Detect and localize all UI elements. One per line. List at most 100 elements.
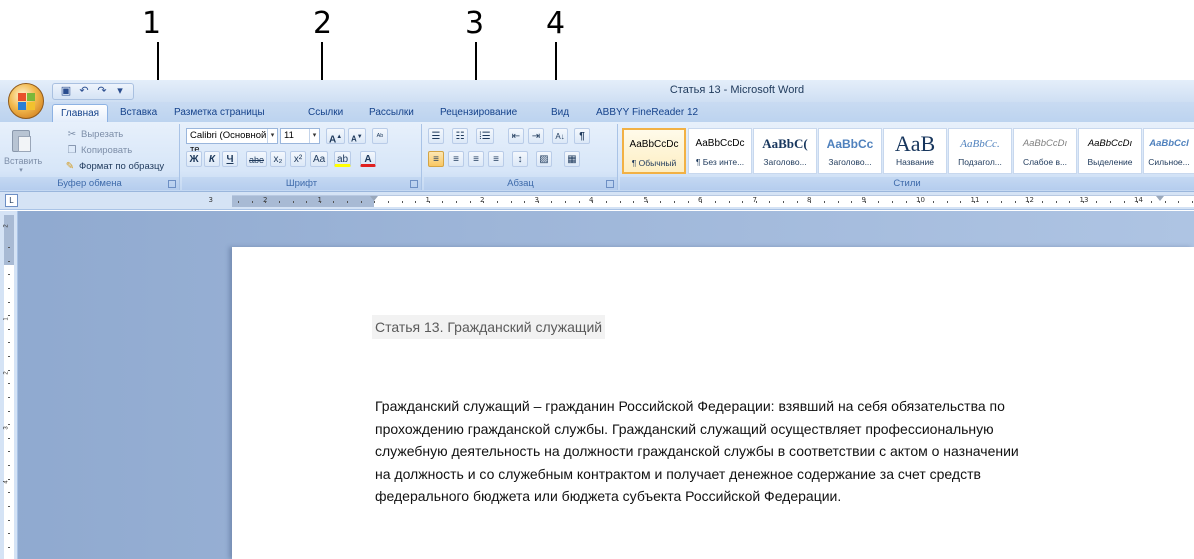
indent-marker-icon[interactable]: [370, 196, 378, 201]
brush-icon: ✎: [65, 160, 75, 172]
shading-button[interactable]: ▨: [536, 151, 552, 167]
tab-home[interactable]: Главная: [52, 104, 109, 122]
bold-button[interactable]: Ж: [186, 151, 202, 167]
increase-indent-button[interactable]: ⇥: [528, 128, 544, 144]
paste-button[interactable]: Вставить ▾: [4, 126, 42, 174]
ruler-tick: [783, 201, 784, 203]
ruler-tick: [892, 201, 893, 203]
strikethrough-button[interactable]: abe: [246, 151, 268, 167]
ruler-tick: [796, 201, 798, 203]
ruler-tick: [8, 315, 10, 317]
sort-button[interactable]: A↓: [552, 128, 568, 144]
ruler-tick-label: 2: [3, 371, 10, 375]
ruler-tick: [837, 201, 839, 203]
style-intense-emphasis[interactable]: AaBbCcl Сильное...: [1143, 128, 1194, 174]
ruler-tick-label: 4: [3, 480, 10, 484]
group-styles: AaBbCcDc ¶ Обычный AaBbCcDc ¶ Без инте..…: [620, 124, 1194, 190]
ruler-tick: [1001, 201, 1002, 203]
line-spacing-button[interactable]: ↕: [512, 151, 528, 167]
copy-button[interactable]: ❐ Копировать: [66, 143, 133, 157]
align-right-button[interactable]: ≡: [468, 151, 484, 167]
ruler-tick: [510, 201, 512, 203]
ruler-tick: [401, 201, 403, 203]
ruler-tick: [728, 201, 730, 203]
borders-button[interactable]: ▦: [564, 151, 580, 167]
tab-selector-button[interactable]: L: [5, 194, 18, 207]
dialog-launcher-icon[interactable]: [606, 180, 614, 188]
align-left-button[interactable]: ≡: [428, 151, 444, 167]
tab-mailings[interactable]: Рассылки: [361, 104, 422, 122]
font-name-combo[interactable]: Calibri (Основной те ▾: [186, 128, 278, 155]
ruler-tick: [1178, 201, 1180, 203]
underline-button[interactable]: Ч: [222, 151, 238, 167]
grow-font-button[interactable]: A▲: [326, 128, 346, 145]
office-button[interactable]: [8, 83, 44, 119]
indent-marker-icon[interactable]: [1156, 196, 1164, 201]
align-center-button[interactable]: ≡: [448, 151, 464, 167]
italic-button[interactable]: К: [204, 151, 220, 167]
clear-formatting-button[interactable]: ᴬᵇ: [372, 128, 388, 144]
ruler-tick: [319, 201, 321, 203]
ruler-tick: [633, 201, 635, 203]
ruler-tick: [864, 201, 866, 203]
group-font: Calibri (Основной те ▾ 11 ▾ A▲ A▼ ᴬᵇ Ж К Ч…: [182, 124, 422, 190]
style-title[interactable]: AaB Название: [883, 128, 947, 174]
format-painter-button[interactable]: ✎ Формат по образцу: [64, 159, 164, 173]
font-color-button[interactable]: A: [360, 151, 376, 167]
annotation-number-1: 1: [142, 6, 162, 41]
ruler-tick: [1028, 201, 1030, 203]
style-subtle-emphasis[interactable]: AaBbCcDı Слабое в...: [1013, 128, 1077, 174]
shrink-font-button[interactable]: A▼: [348, 128, 366, 144]
cut-button[interactable]: ✂ Вырезать: [66, 127, 123, 141]
group-label-styles: Стили: [620, 177, 1194, 190]
multilevel-list-button[interactable]: ⁞☰: [476, 128, 494, 144]
tab-abbyy[interactable]: ABBYY FineReader 12: [588, 104, 706, 122]
body-line: служебную деятельность на должности граж…: [375, 443, 1019, 459]
ruler-tick: [8, 301, 10, 303]
decrease-indent-button[interactable]: ⇤: [508, 128, 524, 144]
numbering-button[interactable]: ☷: [452, 128, 468, 144]
bullets-button[interactable]: ☰: [428, 128, 444, 144]
justify-button[interactable]: ≡: [488, 151, 504, 167]
annotation-number-3: 3: [465, 6, 485, 41]
font-size-combo[interactable]: 11 ▾: [280, 128, 320, 144]
dialog-launcher-icon[interactable]: [410, 180, 418, 188]
ruler-tick: [8, 424, 10, 426]
ruler-tick: [1082, 201, 1084, 203]
change-case-button[interactable]: Aa: [310, 151, 329, 167]
ruler-tick: [755, 201, 757, 203]
style-emphasis[interactable]: AaBbCcDı Выделение: [1078, 128, 1142, 174]
ruler-bar: L 3 2 1 1 2 3 4 5 6 7 8 9 10 11 12 13 14: [0, 192, 1194, 210]
group-label-clipboard: Буфер обмена: [0, 177, 179, 190]
style-normal[interactable]: AaBbCcDc ¶ Обычный: [622, 128, 686, 174]
ruler-tick: [333, 201, 335, 203]
style-heading-2[interactable]: AaBbCc Заголово...: [818, 128, 882, 174]
superscript-button[interactable]: x²: [290, 151, 306, 167]
show-formatting-button[interactable]: ¶: [574, 128, 590, 144]
ruler-tick-label: 14: [1134, 196, 1143, 204]
vertical-ruler[interactable]: 2 1 2 3 4: [0, 211, 18, 559]
ruler-tick: [973, 201, 975, 203]
tab-review[interactable]: Рецензирование: [432, 104, 525, 122]
style-heading-1[interactable]: AaBbC( Заголово...: [753, 128, 817, 174]
horizontal-ruler[interactable]: 3 2 1 1 2 3 4 5 6 7 8 9 10 11 12 13 14: [209, 195, 1194, 207]
ruler-tick: [919, 201, 921, 203]
subscript-button[interactable]: x₂: [270, 151, 286, 167]
ruler-tick: [578, 201, 580, 203]
highlight-button[interactable]: ab: [334, 151, 352, 167]
tab-view[interactable]: Вид: [543, 104, 577, 122]
style-subtitle[interactable]: AaBbCc. Подзагол...: [948, 128, 1012, 174]
body-line: прохождению гражданской службы. Гражданс…: [375, 420, 994, 437]
ruler-tick: [946, 201, 948, 203]
tab-insert[interactable]: Вставка: [112, 104, 165, 122]
document-page[interactable]: Статья 13. Гражданский служащий Гражданс…: [232, 247, 1194, 559]
dialog-launcher-icon[interactable]: [168, 180, 176, 188]
tab-page-layout[interactable]: Разметка страницы: [166, 104, 273, 122]
ruler-tick: [8, 505, 10, 507]
ruler-tick: [1014, 201, 1016, 203]
tab-references[interactable]: Ссылки: [300, 104, 351, 122]
ruler-tick: [415, 201, 417, 203]
style-no-spacing[interactable]: AaBbCcDc ¶ Без инте...: [688, 128, 752, 174]
ruler-tick: [1096, 201, 1098, 203]
ruler-tick: [306, 201, 308, 203]
